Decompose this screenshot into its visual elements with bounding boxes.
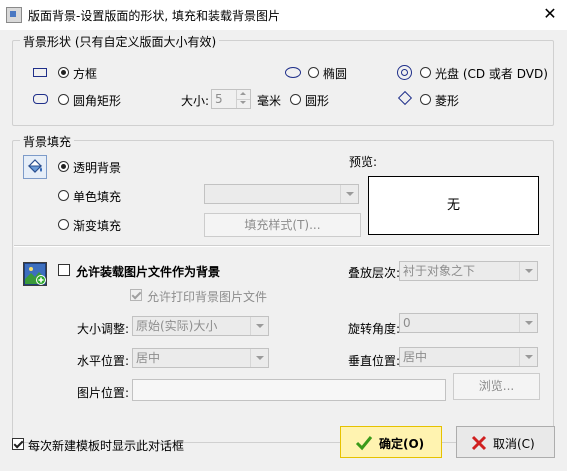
close-icon[interactable]: ✕ <box>537 3 563 25</box>
title-bar: 版面背景-设置版面的形状, 填充和装载背景图片 ✕ <box>0 0 567 30</box>
size-label: 大小: <box>181 94 210 108</box>
show-dialog-label[interactable]: 每次新建模板时显示此对话框 <box>28 437 184 454</box>
fill-transparent-label[interactable]: 透明背景 <box>73 159 121 176</box>
load-image-checkbox[interactable] <box>58 264 70 276</box>
chevron-down-icon <box>340 185 358 203</box>
preview-label: 预览: <box>349 155 378 169</box>
rotation-select[interactable]: 0 <box>399 313 538 333</box>
shape-circle-radio[interactable] <box>290 94 301 105</box>
h-position-value: 居中 <box>136 351 161 365</box>
shape-rounded-radio[interactable] <box>58 94 69 105</box>
shape-group <box>12 40 554 126</box>
stack-order-label: 叠放层次: <box>348 266 401 280</box>
corner-size-stepper[interactable]: 5 <box>211 89 251 109</box>
stack-order-select[interactable]: 衬于对象之下 <box>399 261 538 281</box>
shape-ellipse-radio[interactable] <box>308 67 319 78</box>
disc-shape-icon <box>397 65 412 80</box>
fill-color-select[interactable] <box>204 184 359 204</box>
browse-button[interactable]: 浏览... <box>453 373 540 400</box>
v-position-value: 居中 <box>403 350 428 364</box>
square-shape-icon <box>33 68 47 77</box>
image-path-label: 图片位置: <box>77 386 130 400</box>
ellipse-shape-icon <box>285 67 301 78</box>
window-title: 版面背景-设置版面的形状, 填充和装载背景图片 <box>28 9 280 23</box>
ok-button-label: 确定(O) <box>379 437 425 451</box>
size-unit-label: 毫米 <box>257 94 282 108</box>
section-divider <box>14 245 550 247</box>
fill-group-legend: 背景填充 <box>20 133 75 150</box>
cancel-button-label: 取消(C) <box>493 437 535 451</box>
fill-solid-label[interactable]: 单色填充 <box>73 188 121 205</box>
shape-disc-label[interactable]: 光盘 (CD 或者 DVD) <box>435 65 548 82</box>
shape-rounded-label[interactable]: 圆角矩形 <box>73 92 121 109</box>
chevron-down-icon <box>250 349 268 367</box>
fill-gradient-radio[interactable] <box>58 219 69 230</box>
v-position-select[interactable]: 居中 <box>399 347 538 367</box>
size-adjust-select[interactable]: 原始(实际)大小 <box>132 316 269 336</box>
fill-gradient-label[interactable]: 渐变填充 <box>73 217 121 234</box>
chevron-down-icon <box>519 348 537 366</box>
allow-print-label[interactable]: 允许打印背景图片文件 <box>147 288 267 305</box>
h-position-select[interactable]: 居中 <box>132 348 269 368</box>
size-adjust-label: 大小调整: <box>77 322 130 336</box>
rotation-label: 旋转角度: <box>348 322 401 336</box>
checkmark-icon <box>355 436 373 451</box>
dialog-body: 背景形状 (只有自定义版面大小有效) 方框 椭圆 光盘 (CD 或者 DVD) … <box>0 30 567 471</box>
stack-order-value: 衬于对象之下 <box>403 264 476 278</box>
load-image-label[interactable]: 允许装载图片文件作为背景 <box>76 263 220 280</box>
image-path-input[interactable] <box>132 379 446 401</box>
size-adjust-value: 原始(实际)大小 <box>136 319 218 333</box>
rounded-rect-shape-icon <box>33 94 48 104</box>
show-dialog-checkbox[interactable] <box>12 438 24 450</box>
shape-circle-label[interactable]: 圆形 <box>305 92 329 109</box>
chevron-down-icon <box>250 317 268 335</box>
fill-solid-radio[interactable] <box>58 190 69 201</box>
corner-size-value: 5 <box>215 92 223 106</box>
chevron-down-icon <box>519 314 537 332</box>
app-icon <box>6 7 22 23</box>
shape-ellipse-label[interactable]: 椭圆 <box>323 65 347 82</box>
shape-square-radio[interactable] <box>58 67 69 78</box>
shape-diamond-label[interactable]: 菱形 <box>435 92 459 109</box>
fill-style-button[interactable]: 填充样式(T)... <box>204 213 361 237</box>
cancel-button[interactable]: 取消(C) <box>456 426 555 458</box>
image-add-icon <box>23 262 47 286</box>
cancel-x-icon <box>471 435 487 451</box>
h-position-label: 水平位置: <box>77 354 130 368</box>
stepper-down-icon[interactable] <box>236 99 250 108</box>
shape-diamond-radio[interactable] <box>420 94 431 105</box>
shape-disc-radio[interactable] <box>420 67 431 78</box>
chevron-down-icon <box>519 262 537 280</box>
preview-box: 无 <box>368 176 539 235</box>
fill-transparent-radio[interactable] <box>58 161 69 172</box>
paint-bucket-icon <box>23 155 47 179</box>
shape-group-legend: 背景形状 (只有自定义版面大小有效) <box>20 33 220 50</box>
shape-square-label[interactable]: 方框 <box>73 65 97 82</box>
preview-text: 无 <box>446 198 460 213</box>
ok-button[interactable]: 确定(O) <box>340 426 442 458</box>
v-position-label: 垂直位置: <box>348 354 401 368</box>
rotation-value: 0 <box>403 316 411 330</box>
allow-print-checkbox[interactable] <box>130 289 142 301</box>
